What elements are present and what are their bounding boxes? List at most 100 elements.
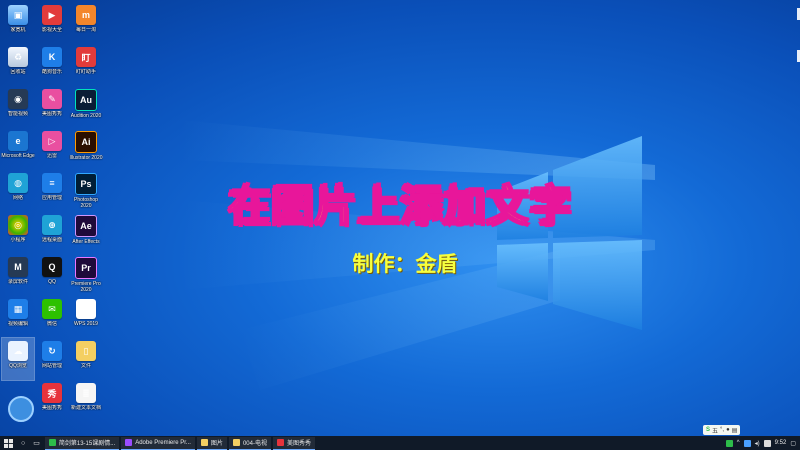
ime-mic-icon[interactable]: ● — [726, 427, 730, 433]
desktop-shortcut-label: 迅雷 — [46, 153, 57, 159]
desktop-shortcut[interactable]: ◎ 小程序 — [2, 212, 34, 254]
video-app-icon: ▶ — [42, 5, 62, 25]
desktop-shortcut[interactable]: ▶ 影视大全 — [36, 2, 68, 44]
search-button[interactable]: ○ — [18, 437, 28, 449]
desktop-shortcut-label: Microsoft Edge — [1, 153, 35, 159]
photoshop-icon: Ps — [75, 173, 97, 195]
overlay-title: 在图片上添加文字 — [227, 180, 572, 231]
desktop-shortcut-label: 网络 — [12, 195, 23, 201]
edge-icon: e — [8, 131, 28, 151]
taskbar-app-label: 简剑第13-15课剧情... — [58, 441, 116, 447]
desktop-shortcut[interactable]: ≡ 应用管理 — [36, 170, 68, 212]
xunlei-icon: ▷ — [42, 131, 62, 151]
miniapp-icon: ◎ — [8, 215, 28, 235]
wechat-icon: ✉ — [42, 299, 62, 319]
start-button[interactable] — [0, 436, 16, 450]
app-icon — [200, 439, 208, 446]
desktop-shortcut-label: 美图秀秀 — [41, 405, 62, 411]
kugou-icon: K — [42, 47, 62, 67]
desktop-shortcut[interactable]: ⊕ 远程桌面 — [36, 212, 68, 254]
desktop-shortcut-label: 智能视频 — [7, 111, 28, 117]
desktop-shortcut[interactable]: 盯盯盯助手 — [70, 44, 102, 86]
desktop-shortcut-label: WPS 2019 — [74, 321, 98, 327]
desktop-shortcut[interactable]: ☁ QQ浏览 — [1, 337, 35, 381]
desktop-shortcut-label: 小程序 — [10, 237, 26, 243]
desktop-shortcut[interactable]: Pr Premiere Pro 2020 — [70, 254, 102, 296]
taskbar-app-button[interactable]: 004-电视 — [228, 436, 271, 450]
overlay-subtitle: 制作：金盾 — [352, 252, 458, 276]
taskbar-app-button[interactable]: 简剑第13-15课剧情... — [44, 436, 120, 450]
illustrator-icon: Ai — [75, 131, 97, 153]
desktop-shortcut[interactable]: ♻ 回收站 — [2, 44, 34, 86]
search-icon: ○ — [21, 439, 26, 447]
ime-keyboard-icon[interactable]: ▤ — [732, 427, 738, 434]
desktop-shortcut[interactable]: M 录屏软件 — [2, 254, 34, 296]
desktop-shortcut[interactable]: ↻ 网站管理 — [36, 338, 68, 380]
desktop-shortcut[interactable]: Au Audition 2020 — [70, 86, 102, 128]
taskbar-app-button[interactable]: Adobe Premiere Pr... — [121, 436, 195, 450]
ime-mode[interactable]: 五 — [712, 426, 718, 435]
desktop-shortcut[interactable]: K 酷狗音乐 — [36, 44, 68, 86]
desktop-shortcut[interactable]: m 每日一淘 — [70, 2, 102, 44]
desktop-shortcut-label: 每日一淘 — [75, 27, 96, 33]
qq-icon: Q — [42, 257, 62, 277]
desktop-shortcut[interactable]: ▷ 迅雷 — [36, 128, 68, 170]
desktop-shortcut[interactable]: ◍ 网络 — [2, 170, 34, 212]
folder-icon: ▯ — [76, 341, 96, 361]
notification-icon[interactable]: ▢ — [790, 440, 796, 447]
after-effects-icon: Ae — [75, 215, 97, 237]
desktop-shortcut-label: 家宽机 — [10, 27, 26, 33]
desktop-shortcut[interactable]: e Microsoft Edge — [1, 128, 35, 170]
desktop-shortcut-label: 远程桌面 — [41, 237, 62, 243]
floating-assistant-icon[interactable] — [8, 396, 34, 422]
tray-app-icon[interactable] — [725, 439, 733, 447]
desktop-shortcut[interactable]: ◉ 智能视频 — [2, 86, 34, 128]
desktop-shortcut[interactable]: Ai Illustrator 2020 — [69, 128, 103, 170]
system-tray: ^ ◂) 9:52 ▢ — [725, 439, 800, 447]
taskbar: ○ ▭ 简剑第13-15课剧情... Adobe Premiere Pr... 图片… — [0, 436, 800, 450]
app-icon — [125, 439, 133, 446]
desktop-shortcut-label: 新建文本文档 — [70, 405, 101, 411]
desktop-shortcut-label: Illustrator 2020 — [69, 155, 103, 161]
remote-desktop-icon: ⊕ — [42, 215, 62, 235]
desktop-shortcut-label: 微信 — [46, 321, 57, 327]
taskbar-app-button[interactable]: 图片 — [196, 436, 227, 450]
desktop-shortcut[interactable]: W WPS 2019 — [70, 296, 102, 338]
network-tray-icon[interactable] — [743, 439, 751, 447]
desktop-shortcut[interactable]: ≣ 新建文本文档 — [70, 380, 102, 422]
desktop-shortcut[interactable]: ▯ 文件 — [70, 338, 102, 380]
chevron-up-icon[interactable]: ^ — [737, 440, 740, 446]
desktop-shortcut-label: Premiere Pro 2020 — [71, 281, 101, 293]
ime-punct-icon[interactable]: °, — [720, 427, 724, 433]
desktop-shortcut-label: 盯盯助手 — [75, 69, 96, 75]
volume-icon[interactable]: ◂) — [755, 440, 760, 447]
network-icon: ◍ — [8, 173, 28, 193]
desktop-shortcut-label: 美图秀秀 — [41, 111, 62, 117]
dingding-icon: 盯 — [76, 47, 96, 67]
desktop-shortcut-label: Audition 2020 — [70, 113, 102, 119]
desktop-shortcut[interactable]: ✉ 微信 — [36, 296, 68, 338]
ime-toolbar[interactable]: S 五 °, ● ▤ — [703, 425, 741, 435]
desktop-shortcut-label: 应用管理 — [41, 195, 62, 201]
desktop-shortcut[interactable]: 秀美图秀秀 — [36, 380, 68, 422]
taskbar-app-label: 图片 — [210, 441, 223, 447]
desktop-shortcut[interactable]: ▣ 家宽机 — [2, 2, 34, 44]
app-icon — [276, 439, 284, 446]
desktop-shortcut-label: QQ — [48, 279, 56, 285]
desktop-shortcut-label: QQ浏览 — [9, 363, 27, 369]
desktop-shortcut[interactable]: Ps Photoshop 2020 — [70, 170, 102, 212]
desktop-shortcut[interactable]: ▦ 视频编辑 — [2, 296, 34, 338]
desktop-shortcut[interactable]: Q QQ — [36, 254, 68, 296]
app-icon — [48, 439, 56, 446]
clock[interactable]: 9:52 — [775, 440, 787, 446]
task-view-button[interactable]: ▭ — [30, 437, 43, 449]
desktop-shortcut[interactable]: ✎ 美图秀秀 — [36, 86, 68, 128]
sogou-icon: S — [706, 427, 711, 433]
taskbar-app-button[interactable]: 美图秀秀 — [272, 436, 315, 450]
desktop-shortcut[interactable]: Ae After Effects — [70, 212, 102, 254]
recycle-bin-icon: ♻ — [8, 47, 28, 67]
language-icon[interactable] — [763, 439, 771, 447]
desktop-shortcut-label: 酷狗音乐 — [41, 69, 62, 75]
web-manager-icon: ↻ — [42, 341, 62, 361]
video-editor-icon: ▦ — [8, 299, 28, 319]
